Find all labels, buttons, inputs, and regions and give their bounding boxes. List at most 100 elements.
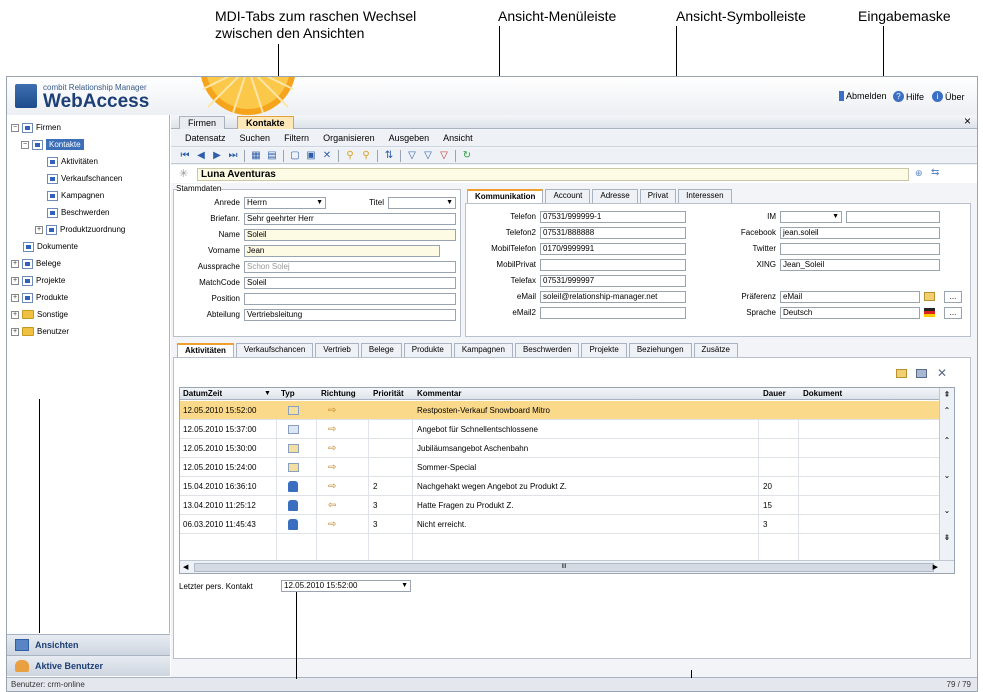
vorname-input[interactable]: Jean — [244, 245, 440, 257]
matchcode-input[interactable]: Soleil — [244, 277, 456, 289]
telefon-input[interactable]: 07531/999999-1 — [540, 211, 686, 223]
next-record-icon[interactable]: ▶ — [209, 149, 225, 163]
aussprache-input[interactable]: Schon Solej — [244, 261, 456, 273]
table-row[interactable]: 12.05.2010 15:37:00 ⇨ Angebot für Schnel… — [180, 420, 940, 439]
expand-icon[interactable]: + — [11, 327, 19, 336]
im-select[interactable] — [780, 211, 842, 223]
tree-item-dokumente[interactable]: Dokumente — [23, 239, 78, 254]
scroll-right-icon[interactable]: ▶ — [933, 561, 938, 573]
new-activity-icon[interactable] — [896, 369, 907, 378]
filter-icon[interactable]: ▽ — [404, 149, 420, 163]
expand-icon[interactable]: + — [35, 225, 43, 234]
scroll-thumb[interactable]: III — [194, 563, 934, 572]
email2-input[interactable] — [540, 307, 686, 319]
expand-icon[interactable]: + — [11, 310, 19, 319]
form-view-icon[interactable]: ▤ — [264, 149, 280, 163]
about-link[interactable]: i Über — [932, 91, 965, 102]
tree-item-verkaufschancen[interactable]: Verkaufschancen — [47, 171, 122, 186]
col-dauer[interactable]: Dauer — [760, 388, 786, 400]
last-record-icon[interactable]: ⏭ — [225, 149, 241, 163]
tab-kommunikation[interactable]: Kommunikation — [467, 189, 544, 203]
table-row[interactable]: 15.04.2010 16:36:10 ⇨ 2 Nachgehakt wegen… — [180, 477, 940, 496]
tree-item-belege[interactable]: + Belege — [11, 256, 61, 271]
new-record-icon[interactable]: ▢ — [287, 149, 303, 163]
last-contact-select[interactable]: 12.05.2010 15:52:00 — [281, 580, 411, 592]
tree-item-projekte[interactable]: + Projekte — [11, 273, 65, 288]
telefon2-input[interactable]: 07531/888888 — [540, 227, 686, 239]
edit-icon[interactable] — [924, 292, 935, 301]
tree-item-kampagnen[interactable]: Kampagnen — [47, 188, 104, 203]
scroll-top-icon[interactable]: ⇞ — [940, 388, 954, 401]
sprache-more-button[interactable]: ... — [944, 307, 962, 319]
refresh-icon[interactable]: ↻ — [459, 149, 475, 163]
col-typ[interactable]: Typ — [278, 388, 295, 400]
delete-activity-icon[interactable]: ✕ — [937, 366, 947, 380]
search-icon[interactable]: ⚲ — [342, 149, 358, 163]
delete-icon[interactable]: ✕ — [319, 149, 335, 163]
star-icon[interactable]: ✳ — [179, 167, 188, 180]
record-name-field[interactable]: Luna Aventuras — [197, 168, 909, 181]
menu-datensatz[interactable]: Datensatz — [185, 133, 226, 143]
nav-views-button[interactable]: Ansichten — [7, 634, 170, 655]
menu-ausgeben[interactable]: Ausgeben — [389, 133, 430, 143]
table-row[interactable]: 12.05.2010 15:52:00 ⇨ Restposten-Verkauf… — [180, 401, 940, 420]
scroll-page-up-icon[interactable]: ⌃ — [940, 401, 954, 421]
col-prioritaet[interactable]: Priorität — [370, 388, 404, 400]
tab-interessen[interactable]: Interessen — [678, 189, 732, 203]
vertical-scrollbar[interactable]: ⇞ ⌃ ⌃ ⌄ ⌄ ⇟ — [939, 388, 954, 560]
tree-item-produktzuordnung[interactable]: + Produktzuordnung — [35, 222, 125, 237]
scroll-page-down-icon[interactable]: ⌄ — [940, 491, 954, 531]
scroll-up-icon[interactable]: ⌃ — [940, 421, 954, 461]
tab-account[interactable]: Account — [545, 189, 591, 203]
table-row[interactable]: 13.04.2010 11:25:12 ⇦ 3 Hatte Fragen zu … — [180, 496, 940, 515]
facebook-input[interactable]: jean.soleil — [780, 227, 940, 239]
list-view-icon[interactable]: ▦ — [248, 149, 264, 163]
tab-belege[interactable]: Belege — [360, 343, 402, 357]
im-input[interactable] — [846, 211, 940, 223]
close-icon[interactable]: × — [964, 115, 971, 128]
tab-verkaufschancen[interactable]: Verkaufschancen — [235, 343, 314, 357]
table-row[interactable]: 06.03.2010 11:45:43 ⇨ 3 Nicht erreicht. … — [180, 515, 940, 534]
tree-item-aktivitaeten[interactable]: Aktivitäten — [47, 154, 98, 169]
xing-input[interactable]: Jean_Soleil — [780, 259, 940, 271]
collapse-icon[interactable]: − — [11, 123, 19, 132]
sort-icon[interactable]: ⇅ — [381, 149, 397, 163]
expand-icon[interactable]: + — [11, 259, 19, 268]
tree-item-kontakte[interactable]: − Kontakte — [21, 137, 84, 152]
col-kommentar[interactable]: Kommentar — [414, 388, 461, 400]
horizontal-scrollbar[interactable]: ◀ III ▶ — [180, 560, 954, 573]
logout-link[interactable]: Abmelden — [839, 91, 887, 101]
briefanr-input[interactable]: Sehr geehrter Herr — [244, 213, 456, 225]
col-datumzeit[interactable]: DatumZeit — [180, 388, 222, 400]
tab-projekte[interactable]: Projekte — [581, 343, 627, 357]
edit-activity-icon[interactable] — [916, 369, 927, 378]
mdi-tab-firmen[interactable]: Firmen — [179, 116, 226, 129]
tree-item-produkte[interactable]: + Produkte — [11, 290, 68, 305]
menu-ansicht[interactable]: Ansicht — [443, 133, 473, 143]
anrede-select[interactable]: Herrn — [244, 197, 326, 209]
praeferenz-input[interactable]: eMail — [780, 291, 920, 303]
telefax-input[interactable]: 07531/999997 — [540, 275, 686, 287]
col-dokument[interactable]: Dokument — [800, 388, 842, 400]
tab-vertrieb[interactable]: Vertrieb — [315, 343, 359, 357]
email-input[interactable]: soleil@relationship-manager.net — [540, 291, 686, 303]
tree-item-firmen[interactable]: − Firmen — [11, 120, 61, 135]
first-record-icon[interactable]: ⏮ — [177, 149, 193, 163]
tab-produkte[interactable]: Produkte — [403, 343, 452, 357]
position-input[interactable] — [244, 293, 456, 305]
tab-beschwerden[interactable]: Beschwerden — [514, 343, 580, 357]
twitter-input[interactable] — [780, 243, 940, 255]
tab-zusaetze[interactable]: Zusätze — [693, 343, 738, 357]
expand-icon[interactable]: + — [11, 293, 19, 302]
table-row[interactable]: 12.05.2010 15:24:00 ⇨ Sommer-Special — [180, 458, 940, 477]
menu-organisieren[interactable]: Organisieren — [323, 133, 375, 143]
tree-item-sonstige[interactable]: + Sonstige — [11, 307, 68, 322]
scroll-down-icon[interactable]: ⌄ — [940, 461, 954, 491]
tab-beziehungen[interactable]: Beziehungen — [628, 343, 692, 357]
filter-edit-icon[interactable]: ▽ — [420, 149, 436, 163]
tab-adresse[interactable]: Adresse — [592, 189, 638, 203]
save-icon[interactable]: ▣ — [303, 149, 319, 163]
prev-record-icon[interactable]: ◀ — [193, 149, 209, 163]
praeferenz-more-button[interactable]: ... — [944, 291, 962, 303]
mdi-tab-kontakte[interactable]: Kontakte — [237, 116, 294, 129]
